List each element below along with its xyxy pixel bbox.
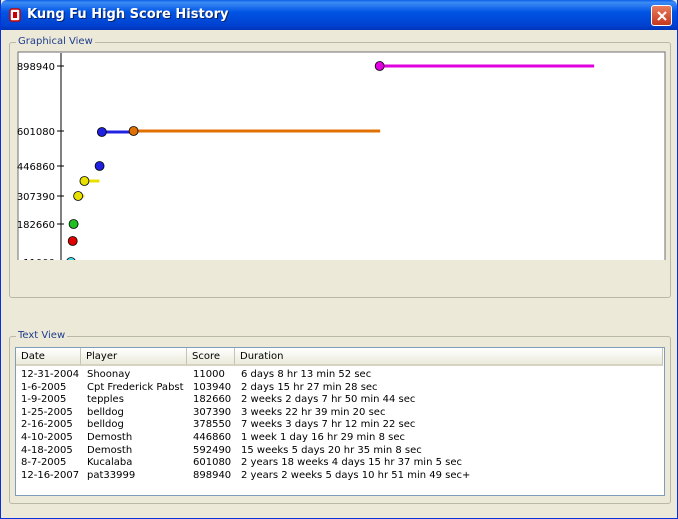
score-cell: 592490 [193, 444, 232, 456]
score-cell: 307390 [193, 406, 232, 418]
score-cell: 103940 [193, 381, 232, 393]
table-row[interactable]: 2-16-2005 belldog 378550 7 weeks 3 days 7 h… [16, 419, 664, 431]
table-row[interactable]: 4-10-2005 Demosth 446860 1 week 1 day 16 hr… [16, 432, 664, 444]
y-tick-label: 307390 [17, 192, 55, 203]
duration-cell: 2 years 18 weeks 4 days 15 hr 37 min 5 s… [241, 457, 463, 469]
player-cell: belldog [87, 419, 124, 431]
table-row[interactable]: 12-31-2004 Shoonay 11000 6 days 8 hr 13 min… [16, 369, 664, 381]
main-window: Kung Fu High Score History Graphical Vie… [0, 0, 678, 519]
score-cell: 446860 [193, 432, 232, 443]
player-cell: Cpt Frederick Pabst [87, 381, 184, 393]
score-cell: 378550 [193, 419, 232, 431]
table-row[interactable]: 1-6-2005 Cpt Frederick Pabst 103940 2 days … [16, 382, 664, 394]
y-tick-label: 182660 [17, 220, 55, 231]
score-chart: 1-20057-200512-20055-20069-20061-20076-2… [17, 51, 666, 260]
date-cell: 12-31-2004 [21, 369, 80, 380]
y-tick-label: 11000 [23, 258, 55, 260]
duration-cell: 6 days 8 hr 13 min 52 sec [241, 369, 372, 380]
y-tick-label: 446860 [17, 162, 55, 173]
score-point [96, 127, 107, 137]
player-cell: tepples [87, 394, 124, 406]
column-header-duration[interactable]: Duration [235, 348, 663, 366]
score-cell: 11000 [193, 369, 225, 380]
score-point [79, 176, 90, 186]
score-point [73, 191, 84, 201]
date-cell: 8-7-2005 [21, 457, 67, 469]
y-tick-label: 601080 [17, 127, 55, 138]
score-table[interactable]: Date Player Score Duration 12-31-2004 Sho… [15, 347, 665, 496]
column-header-player[interactable]: Player [81, 348, 187, 366]
score-point [67, 236, 78, 246]
date-cell: 1-25-2005 [21, 406, 73, 418]
duration-cell: 2 weeks 2 days 7 hr 50 min 44 sec [241, 394, 416, 406]
date-cell: 4-10-2005 [21, 432, 73, 443]
date-cell: 4-18-2005 [21, 444, 73, 456]
player-cell: Demosth [87, 444, 133, 456]
date-cell: 1-6-2005 [21, 381, 67, 393]
table-row[interactable]: 1-9-2005 tepples 182660 2 weeks 2 days 7 hr… [16, 394, 664, 406]
duration-cell: 15 weeks 5 days 20 hr 35 min 8 sec [241, 444, 422, 456]
duration-cell: 7 weeks 3 days 7 hr 12 min 22 sec [241, 419, 416, 431]
text-view-label: Text View [16, 330, 68, 341]
player-cell: pat33999 [87, 469, 136, 481]
score-cell: 898940 [193, 469, 232, 481]
duration-cell: 3 weeks 22 hr 39 min 20 sec [241, 406, 386, 418]
date-cell: 12-16-2007 [21, 469, 80, 481]
column-header-score[interactable]: Score [187, 348, 235, 366]
table-row[interactable]: 1-25-2005 belldog 307390 3 weeks 22 hr 39 m… [16, 407, 664, 419]
chart-background [17, 51, 666, 260]
date-cell: 1-9-2005 [21, 394, 67, 406]
duration-cell: 2 years 2 weeks 5 days 10 hr 51 min 49 s… [241, 469, 471, 481]
player-cell: Kucalaba [87, 457, 133, 469]
player-cell: Demosth [87, 432, 133, 443]
duration-cell: 2 days 15 hr 27 min 28 sec [241, 381, 378, 393]
column-header-date[interactable]: Date [16, 348, 81, 366]
player-cell: belldog [87, 406, 124, 418]
y-tick-label: 898940 [17, 62, 55, 73]
score-point [374, 61, 385, 71]
score-point [68, 219, 79, 229]
score-point [94, 161, 105, 171]
table-row[interactable]: 12-16-2007 pat33999 898940 2 years 2 weeks … [16, 470, 664, 482]
table-row[interactable]: 8-7-2005 Kucalaba 601080 2 years 18 weeks 4… [16, 457, 664, 469]
score-cell: 182660 [193, 394, 232, 406]
score-point [128, 126, 139, 136]
score-cell: 601080 [193, 457, 232, 469]
date-cell: 2-16-2005 [21, 419, 73, 431]
duration-cell: 1 week 1 day 16 hr 29 min 8 sec [241, 432, 405, 443]
table-row[interactable]: 4-18-2005 Demosth 592490 15 weeks 5 days 20… [16, 445, 664, 457]
player-cell: Shoonay [87, 369, 131, 380]
